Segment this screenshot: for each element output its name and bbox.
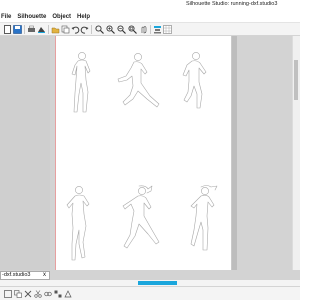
horizontal-scrollbar-thumb[interactable]: [138, 281, 177, 285]
align-icon[interactable]: [153, 25, 162, 34]
copy-icon[interactable]: [61, 25, 70, 34]
runner-silhouette-6[interactable]: [190, 185, 218, 251]
canvas-figures: [66, 52, 218, 261]
grid-icon[interactable]: [163, 25, 172, 34]
new-document-icon[interactable]: [3, 25, 12, 34]
close-tab-icon[interactable]: x: [43, 272, 49, 278]
open-icon[interactable]: [51, 25, 60, 34]
runner-silhouette-2[interactable]: [117, 53, 160, 108]
menu-bar: File Silhouette Object Help: [0, 11, 300, 22]
runner-silhouette-4[interactable]: [66, 186, 90, 261]
save-icon[interactable]: [13, 25, 22, 34]
zoom-in-icon[interactable]: [106, 25, 115, 34]
toolbar: [0, 22, 300, 36]
menu-object[interactable]: Object: [49, 11, 74, 22]
link-icon[interactable]: [44, 290, 52, 298]
print-icon[interactable]: [27, 25, 36, 34]
left-panel: [0, 36, 50, 270]
runner-silhouette-1[interactable]: [71, 52, 91, 113]
zoom-icon[interactable]: [95, 25, 104, 34]
vertical-scrollbar-thumb[interactable]: [294, 60, 298, 100]
pan-icon[interactable]: [139, 25, 148, 34]
runner-silhouette-5[interactable]: [122, 185, 160, 249]
group-icon[interactable]: [4, 290, 12, 298]
redo-icon[interactable]: [80, 25, 89, 34]
zoom-fit-icon[interactable]: [128, 25, 137, 34]
weld-icon[interactable]: [64, 290, 72, 298]
runner-silhouette-3[interactable]: [182, 52, 207, 109]
menu-silhouette[interactable]: Silhouette: [14, 11, 49, 22]
zoom-out-icon[interactable]: [117, 25, 126, 34]
window-title: Silhouette Studio: running-dxf.studio3: [186, 1, 278, 7]
replicate-icon[interactable]: [54, 290, 62, 298]
page-shadow: [232, 36, 237, 270]
menu-help[interactable]: Help: [74, 11, 93, 22]
title-bar: Silhouette Studio: running-dxf.studio3: [0, 0, 300, 11]
delete-icon[interactable]: [24, 290, 32, 298]
send-to-cutter-icon[interactable]: [37, 25, 46, 34]
duplicate-icon[interactable]: [14, 290, 22, 298]
cut-icon[interactable]: [34, 290, 42, 298]
menu-file[interactable]: File: [0, 11, 14, 22]
undo-icon[interactable]: [71, 25, 80, 34]
